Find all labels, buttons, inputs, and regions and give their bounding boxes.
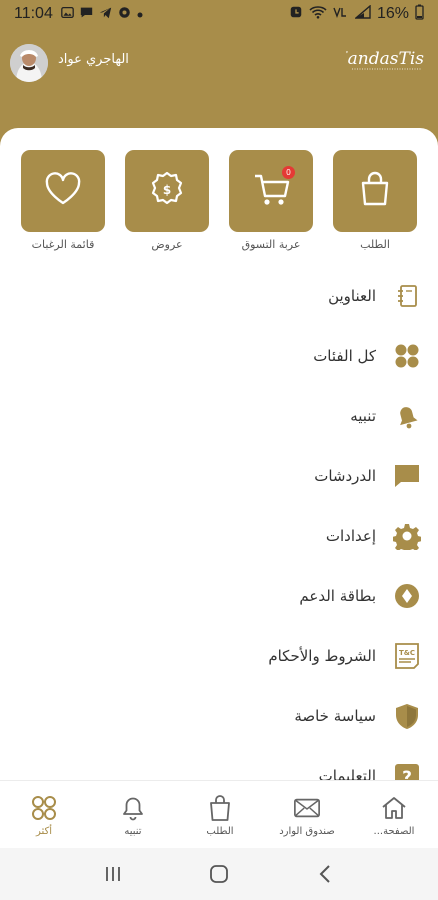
signal-icon [354, 4, 371, 23]
tile-wishlist-label: قائمة الرغبات [31, 238, 95, 251]
status-left-icons [61, 6, 143, 22]
address-book-icon [392, 281, 422, 311]
volte-icon [333, 5, 349, 23]
bottom-nav: الصفحة... صندوق الوارد الطلب تنبيه أكثر [0, 780, 438, 848]
status-bar: 11:04 16% [0, 0, 438, 28]
tile-offers-label: عروض [151, 238, 183, 251]
nav-orders[interactable]: الطلب [176, 781, 264, 849]
nav-inbox-label: صندوق الوارد [279, 825, 335, 837]
categories-icon [392, 341, 422, 371]
nav-more[interactable]: أكثر [0, 781, 88, 849]
quick-tiles: الطلب 0 عربة التسوق $ عروض قائمة الرغبات [0, 150, 438, 260]
tile-wishlist-box[interactable] [21, 150, 105, 232]
gear-icon [392, 521, 422, 551]
soccer-icon [118, 6, 131, 22]
tile-offers-box[interactable]: $ [125, 150, 209, 232]
home-button-icon[interactable] [199, 854, 239, 894]
support-card-icon [392, 581, 422, 611]
menu-item-label: الشروط والأحكام [268, 647, 376, 665]
nav-notifications[interactable]: تنبيه [89, 781, 177, 849]
battery-icon [415, 4, 424, 24]
menu-item-label: بطاقة الدعم [299, 587, 376, 605]
chat-icon [392, 461, 422, 491]
brand-logo: HandasTis [332, 42, 426, 80]
bell-icon [392, 401, 422, 431]
nav-orders-label: الطلب [206, 825, 234, 837]
svg-text:T&C: T&C [399, 649, 415, 657]
home-icon [380, 794, 408, 822]
menu-item-label: العناوين [328, 287, 376, 305]
tile-cart-box[interactable]: 0 [229, 150, 313, 232]
menu-item-chats[interactable]: الدردشات [0, 450, 438, 502]
privacy-shield-icon [392, 701, 422, 731]
inbox-icon [293, 794, 321, 822]
menu-item-label: سياسة خاصة [294, 707, 376, 725]
menu-item-label: إعدادات [325, 527, 376, 545]
menu-panel: الطلب 0 عربة التسوق $ عروض قائمة الرغبات… [0, 128, 438, 780]
menu-item-label: الدردشات [314, 467, 376, 485]
wifi-icon [309, 5, 327, 23]
image-icon [61, 6, 74, 22]
menu-item-terms[interactable]: الشروط والأحكام T&C [0, 630, 438, 682]
tile-offers[interactable]: $ عروض [125, 150, 209, 251]
more-grid-icon [30, 794, 58, 822]
terms-icon: T&C [392, 641, 422, 671]
brand-logo-text: HandasTis [346, 49, 424, 69]
nav-home[interactable]: الصفحة... [350, 781, 438, 849]
svg-text:$: $ [163, 183, 171, 197]
menu-item-label: تنبيه [350, 407, 376, 425]
menu-item-privacy[interactable]: سياسة خاصة [0, 690, 438, 742]
tile-cart-label: عربة التسوق [241, 238, 301, 251]
alarm-icon [289, 5, 303, 23]
menu-item-categories[interactable]: كل الفئات [0, 330, 438, 382]
message-icon [80, 6, 93, 22]
menu-item-help[interactable]: التعليمات ? [0, 750, 438, 780]
menu-item-label: كل الفئات [313, 347, 376, 365]
tile-orders-label: الطلب [360, 238, 390, 251]
recents-icon[interactable] [93, 854, 133, 894]
shopping-bag-icon [206, 794, 234, 822]
tile-wishlist[interactable]: قائمة الرغبات [21, 150, 105, 251]
status-time: 11:04 [14, 5, 53, 22]
svg-text:?: ? [402, 768, 412, 780]
heart-icon [43, 170, 83, 212]
status-right: 16% [289, 4, 424, 24]
shopping-bag-icon [356, 170, 394, 212]
nav-notifications-label: تنبيه [124, 825, 142, 837]
cart-badge: 0 [282, 166, 295, 179]
dot-icon [137, 7, 143, 21]
menu-item-label: التعليمات [318, 767, 376, 780]
nav-home-label: الصفحة... [373, 825, 415, 837]
tile-orders-box[interactable] [333, 150, 417, 232]
tile-cart[interactable]: 0 عربة التسوق [229, 150, 313, 251]
system-nav-bar [0, 848, 438, 900]
telegram-icon [99, 6, 112, 22]
nav-inbox[interactable]: صندوق الوارد [263, 781, 351, 849]
user-name[interactable]: الهاجري عواد [58, 52, 129, 67]
avatar[interactable] [10, 44, 48, 82]
back-icon[interactable] [305, 854, 345, 894]
menu-item-support-card[interactable]: بطاقة الدعم [0, 570, 438, 622]
tile-orders[interactable]: الطلب [333, 150, 417, 251]
nav-more-label: أكثر [35, 825, 53, 837]
offer-badge-icon: $ [148, 170, 186, 212]
menu-item-notifications[interactable]: تنبيه [0, 390, 438, 442]
battery-text: 16% [376, 5, 409, 22]
menu-item-settings[interactable]: إعدادات [0, 510, 438, 562]
bell-icon [119, 794, 147, 822]
menu-item-addresses[interactable]: العناوين [0, 270, 438, 322]
help-icon: ? [392, 761, 422, 780]
